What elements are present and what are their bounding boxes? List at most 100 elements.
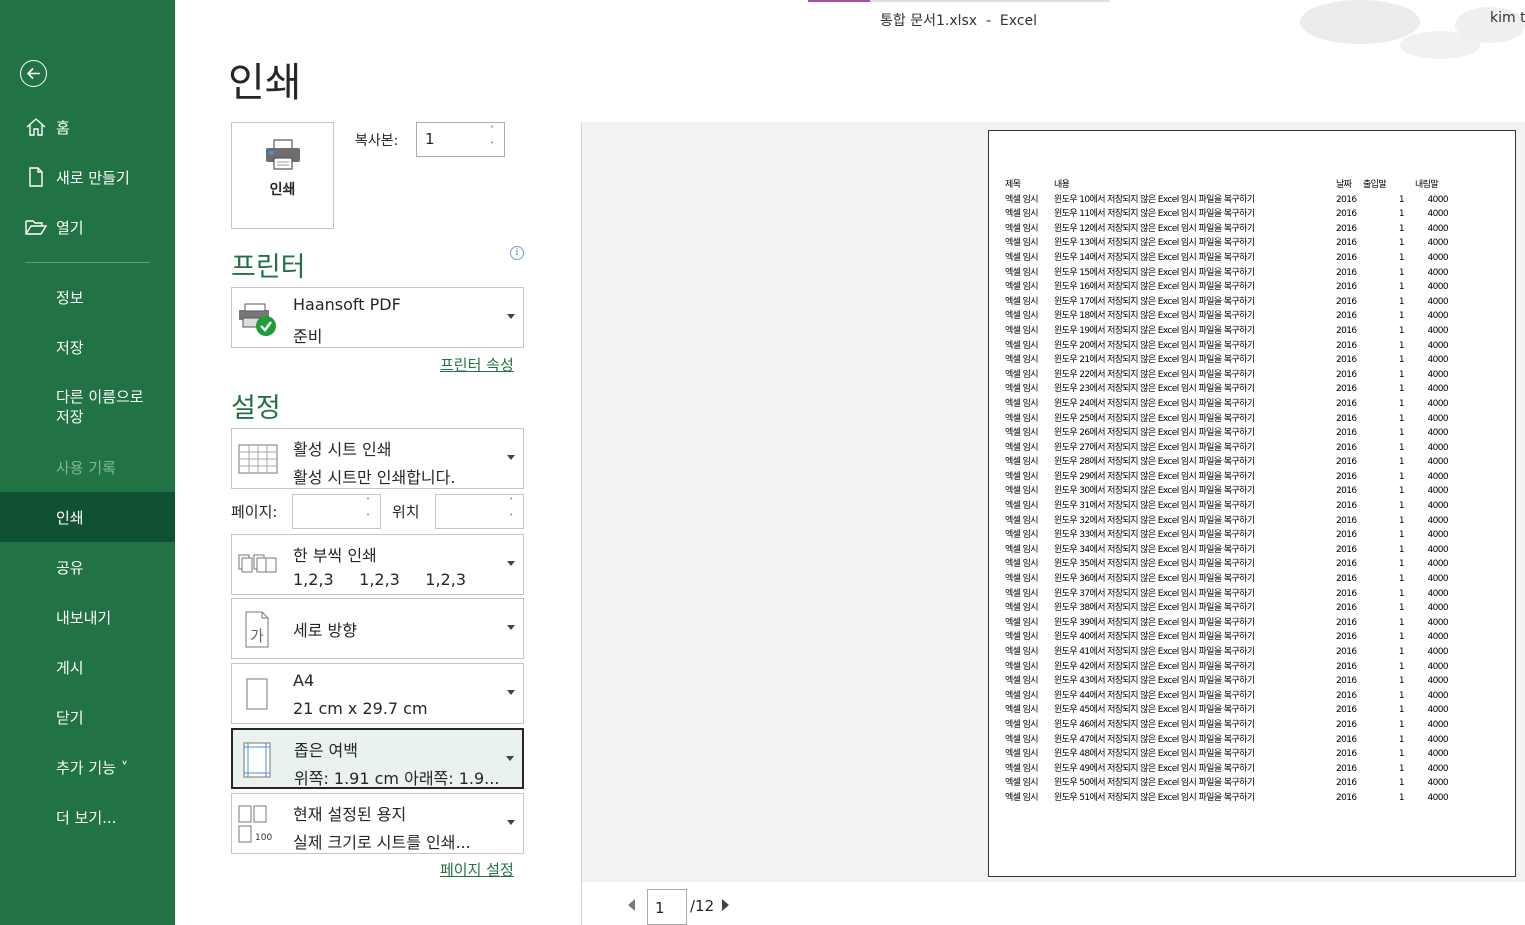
table-cell: 4000 — [1427, 705, 1448, 716]
copies-input[interactable]: 1 ˄ ˅ — [416, 122, 505, 157]
table-cell: 4000 — [1427, 763, 1448, 774]
table-row: 엑셀 임시 윈도우 14에서 저장되지 않은 Excel 임시 파일을 복구하기 2… — [1005, 251, 1449, 266]
sidebar-item-home[interactable]: 홈 — [0, 107, 175, 147]
scaling-dropdown[interactable]: 100 현재 설정된 용지 실제 크기로 시트를 인쇄... — [231, 793, 524, 854]
table-cell: 엑셀 임시 — [1005, 661, 1039, 672]
table-cell: 2016 — [1336, 471, 1357, 482]
page-setup-link[interactable]: 페이지 설정 — [440, 859, 514, 880]
pages-to-input[interactable]: ˄ ˅ — [435, 494, 524, 529]
orientation-dropdown[interactable]: 가 세로 방향 — [231, 598, 524, 659]
table-row: 엑셀 임시 윈도우 13에서 저장되지 않은 Excel 임시 파일을 복구하기 2… — [1005, 236, 1449, 251]
chevron-down-icon — [507, 314, 515, 319]
table-row: 엑셀 임시 윈도우 43에서 저장되지 않은 Excel 임시 파일을 복구하기 2… — [1005, 674, 1449, 689]
spin-up-icon[interactable]: ˄ — [509, 498, 519, 506]
table-cell: 엑셀 임시 — [1005, 194, 1039, 205]
spin-down-icon[interactable]: ˅ — [509, 514, 519, 522]
margins-dropdown[interactable]: 좁은 여백 위쪽: 1.91 cm 아래쪽: 1.9... — [231, 728, 524, 789]
sidebar-item-save-as[interactable]: 다른 이름으로 저장 — [0, 381, 175, 433]
table-cell: 윈도우 17에서 저장되지 않은 Excel 임시 파일을 복구하기 — [1054, 296, 1255, 307]
table-cell: 1 — [1398, 676, 1405, 687]
table-cell: 엑셀 임시 — [1005, 574, 1039, 585]
table-cell: 2016 — [1336, 296, 1357, 307]
table-cell: 1 — [1398, 559, 1405, 570]
next-page-icon[interactable] — [722, 899, 729, 911]
sidebar-item-open[interactable]: 열기 — [0, 207, 175, 247]
sidebar-item-export[interactable]: 내보내기 — [0, 597, 175, 637]
table-cell: 엑셀 임시 — [1005, 340, 1039, 351]
table-cell: 1 — [1398, 209, 1405, 220]
table-cell: 윈도우 18에서 저장되지 않은 Excel 임시 파일을 복구하기 — [1054, 311, 1255, 322]
sidebar-item-info[interactable]: 정보 — [0, 277, 175, 317]
sidebar-item-save[interactable]: 저장 — [0, 327, 175, 367]
table-cell: 1 — [1398, 471, 1405, 482]
current-page-input[interactable]: 1 — [647, 889, 687, 925]
previous-page-icon[interactable] — [628, 899, 635, 911]
spin-up-icon[interactable]: ˄ — [366, 498, 376, 506]
table-cell: 엑셀 임시 — [1005, 617, 1039, 628]
table-cell: 2016 — [1336, 559, 1357, 570]
sidebar-item-publish[interactable]: 게시 — [0, 647, 175, 687]
table-cell: 윈도우 11에서 저장되지 않은 Excel 임시 파일을 복구하기 — [1054, 209, 1255, 220]
sidebar-item-label: 저장 — [56, 338, 84, 357]
margins-icon — [243, 742, 271, 778]
table-cell: 엑셀 임시 — [1005, 530, 1039, 541]
cloud-decoration-icon — [1300, 0, 1525, 59]
table-cell: 2016 — [1336, 223, 1357, 234]
sidebar-item-share[interactable]: 공유 — [0, 547, 175, 587]
table-cell: 2016 — [1336, 457, 1357, 468]
sidebar-item-label: 게시 — [56, 658, 84, 677]
table-cell: 엑셀 임시 — [1005, 355, 1039, 366]
table-cell: 4000 — [1427, 574, 1448, 585]
sidebar-item-more[interactable]: 더 보기... — [0, 797, 175, 837]
table-cell: 윈도우 22에서 저장되지 않은 Excel 임시 파일을 복구하기 — [1054, 369, 1255, 380]
pages-from-input[interactable]: ˄ ˅ — [292, 494, 381, 529]
sidebar-item-addins[interactable]: 추가 기능 ˅ — [0, 747, 175, 787]
back-arrow-icon[interactable] — [20, 60, 47, 87]
table-cell: 윈도우 42에서 저장되지 않은 Excel 임시 파일을 복구하기 — [1054, 661, 1255, 672]
spin-up-icon[interactable]: ˄ — [490, 126, 500, 134]
table-cell: 엑셀 임시 — [1005, 515, 1039, 526]
table-cell: 2016 — [1336, 763, 1357, 774]
table-cell: 4000 — [1427, 530, 1448, 541]
sidebar-item-print[interactable]: 인쇄 — [0, 492, 175, 542]
printer-dropdown[interactable]: Haansoft PDF 준비 — [231, 287, 524, 348]
table-row: 엑셀 임시 윈도우 35에서 저장되지 않은 Excel 임시 파일을 복구하기 2… — [1005, 557, 1449, 572]
table-cell: 4000 — [1427, 223, 1448, 234]
chevron-down-icon — [507, 625, 515, 630]
table-cell: 2016 — [1336, 705, 1357, 716]
table-cell: 2016 — [1336, 588, 1357, 599]
table-cell: 윈도우 50에서 저장되지 않은 Excel 임시 파일을 복구하기 — [1054, 778, 1255, 789]
table-row: 엑셀 임시 윈도우 47에서 저장되지 않은 Excel 임시 파일을 복구하기 2… — [1005, 733, 1449, 748]
chevron-down-icon — [507, 690, 515, 695]
table-row: 엑셀 임시 윈도우 50에서 저장되지 않은 Excel 임시 파일을 복구하기 2… — [1005, 776, 1449, 791]
printer-properties-link[interactable]: 프린터 속성 — [440, 354, 514, 375]
table-cell: 엑셀 임시 — [1005, 325, 1039, 336]
table-cell: 윈도우 47에서 저장되지 않은 Excel 임시 파일을 복구하기 — [1054, 734, 1255, 745]
table-cell: 2016 — [1336, 778, 1357, 789]
table-cell: 2016 — [1336, 617, 1357, 628]
table-row: 엑셀 임시 윈도우 15에서 저장되지 않은 Excel 임시 파일을 복구하기 2… — [1005, 266, 1449, 281]
table-cell: 1 — [1398, 632, 1405, 643]
chevron-down-icon — [506, 756, 514, 761]
page-title: 인쇄 — [228, 60, 302, 106]
sidebar-item-label: 내보내기 — [56, 608, 112, 627]
table-cell: 1 — [1398, 325, 1405, 336]
spin-down-icon[interactable]: ˅ — [366, 514, 376, 522]
paper-size-dropdown[interactable]: A4 21 cm x 29.7 cm — [231, 663, 524, 724]
table-cell: 4000 — [1427, 544, 1448, 555]
table-cell: 1 — [1398, 428, 1405, 439]
table-cell: 윈도우 40에서 저장되지 않은 Excel 임시 파일을 복구하기 — [1054, 632, 1255, 643]
collate-dropdown[interactable]: 한 부씩 인쇄 1,2,3 1,2,3 1,2,3 — [231, 534, 524, 595]
print-scope-dropdown[interactable]: 활성 시트 인쇄 활성 시트만 인쇄합니다. — [231, 428, 524, 489]
table-row: 엑셀 임시 윈도우 24에서 저장되지 않은 Excel 임시 파일을 복구하기 2… — [1005, 397, 1449, 412]
table-cell: 1 — [1398, 792, 1405, 803]
sidebar-item-close[interactable]: 닫기 — [0, 697, 175, 737]
print-button[interactable]: 인쇄 — [231, 122, 334, 229]
info-icon[interactable]: i — [510, 246, 524, 260]
sidebar-item-new[interactable]: 새로 만들기 — [0, 157, 175, 197]
table-row: 엑셀 임시 윈도우 37에서 저장되지 않은 Excel 임시 파일을 복구하기 2… — [1005, 587, 1449, 602]
user-account[interactable]: kim t — [1490, 10, 1525, 26]
table-cell: 윈도우 21에서 저장되지 않은 Excel 임시 파일을 복구하기 — [1054, 355, 1255, 366]
table-row: 엑셀 임시 윈도우 30에서 저장되지 않은 Excel 임시 파일을 복구하기 2… — [1005, 484, 1449, 499]
spin-down-icon[interactable]: ˅ — [490, 142, 500, 150]
